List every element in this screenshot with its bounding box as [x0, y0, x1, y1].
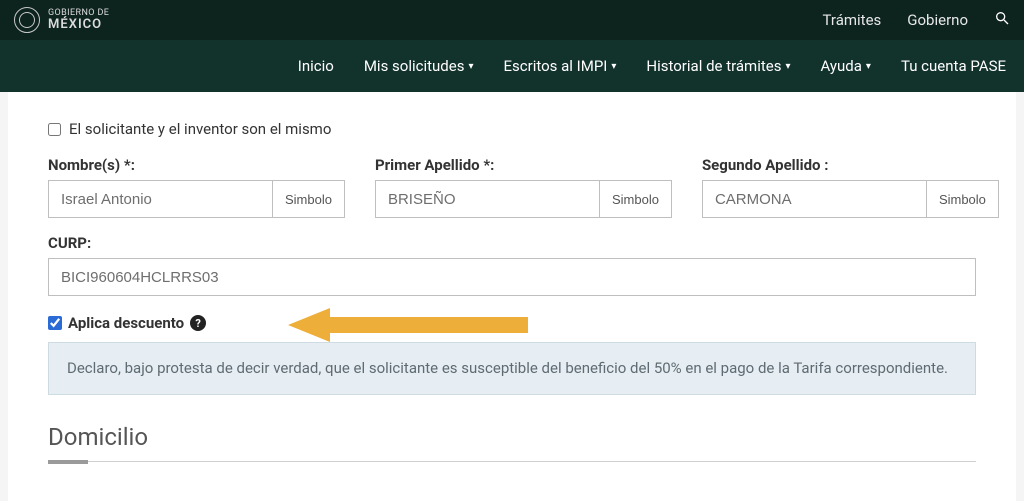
same-person-label: El solicitante y el inventor son el mism…	[69, 120, 331, 138]
caret-down-icon: ▾	[785, 61, 790, 72]
declaration-text: Declaro, bajo protesta de decir verdad, …	[67, 359, 948, 377]
link-tramites[interactable]: Trámites	[823, 11, 882, 29]
primer-apellido-input[interactable]	[375, 180, 599, 218]
nombres-input[interactable]	[48, 180, 272, 218]
discount-checkbox[interactable]	[48, 316, 62, 330]
nav-inicio-label: Inicio	[298, 57, 334, 75]
discount-label: Aplica descuento	[68, 314, 184, 332]
form-page: El solicitante y el inventor son el mism…	[8, 92, 1016, 501]
nav-inicio[interactable]: Inicio	[298, 57, 334, 75]
same-person-row: El solicitante y el inventor son el mism…	[48, 120, 976, 138]
nombres-label: Nombre(s) *:	[48, 156, 345, 174]
simbolo-button-segundo[interactable]: Simbolo	[926, 180, 999, 218]
main-navbar: Inicio Mis solicitudes▾ Escritos al IMPI…	[0, 40, 1024, 92]
segundo-apellido-input[interactable]	[702, 180, 926, 218]
top-links: Trámites Gobierno	[823, 10, 1010, 30]
field-segundo-apellido: Segundo Apellido : Simbolo	[702, 156, 999, 218]
section-domicilio: Domicilio	[48, 423, 976, 462]
domicilio-heading: Domicilio	[48, 423, 976, 457]
nav-historial-label: Historial de trámites	[646, 57, 781, 75]
nav-ayuda-label: Ayuda	[821, 57, 862, 75]
gov-line2: MÉXICO	[48, 18, 109, 31]
field-nombres: Nombre(s) *: Simbolo	[48, 156, 345, 218]
field-primer-apellido: Primer Apellido *: Simbolo	[375, 156, 672, 218]
same-person-checkbox[interactable]	[48, 123, 61, 136]
nav-cuenta-label: Tu cuenta PASE	[901, 57, 1006, 75]
name-fields-row: Nombre(s) *: Simbolo Primer Apellido *: …	[48, 156, 976, 218]
field-curp: CURP:	[48, 234, 976, 296]
gov-text: GOBIERNO DE MÉXICO	[48, 9, 109, 31]
nav-escritos[interactable]: Escritos al IMPI▾	[504, 57, 617, 75]
caret-down-icon: ▾	[468, 61, 473, 72]
nav-mis-solicitudes-label: Mis solicitudes	[364, 57, 465, 75]
arrow-annotation-icon	[288, 308, 528, 342]
declaration-box: Declaro, bajo protesta de decir verdad, …	[48, 342, 976, 395]
nav-escritos-label: Escritos al IMPI	[504, 57, 608, 75]
discount-row: Aplica descuento ?	[48, 314, 976, 332]
nav-historial[interactable]: Historial de trámites ▾	[646, 57, 790, 75]
curp-label: CURP:	[48, 234, 976, 252]
nav-ayuda[interactable]: Ayuda ▾	[821, 57, 871, 75]
gov-seal-icon	[14, 7, 40, 33]
section-underline	[48, 461, 976, 462]
nav-cuenta-pase[interactable]: Tu cuenta PASE	[901, 57, 1006, 75]
gov-logo: GOBIERNO DE MÉXICO	[14, 7, 823, 33]
help-icon[interactable]: ?	[190, 315, 206, 331]
caret-down-icon: ▾	[611, 61, 616, 72]
primer-apellido-label: Primer Apellido *:	[375, 156, 672, 174]
curp-input[interactable]	[48, 258, 976, 296]
search-icon[interactable]	[994, 10, 1010, 30]
nav-mis-solicitudes[interactable]: Mis solicitudes▾	[364, 57, 474, 75]
gov-topbar: GOBIERNO DE MÉXICO Trámites Gobierno	[0, 0, 1024, 40]
segundo-apellido-label: Segundo Apellido :	[702, 156, 999, 174]
link-gobierno[interactable]: Gobierno	[907, 11, 968, 29]
simbolo-button-primer[interactable]: Simbolo	[599, 180, 672, 218]
caret-down-icon: ▾	[866, 61, 871, 72]
simbolo-button-nombres[interactable]: Simbolo	[272, 180, 345, 218]
